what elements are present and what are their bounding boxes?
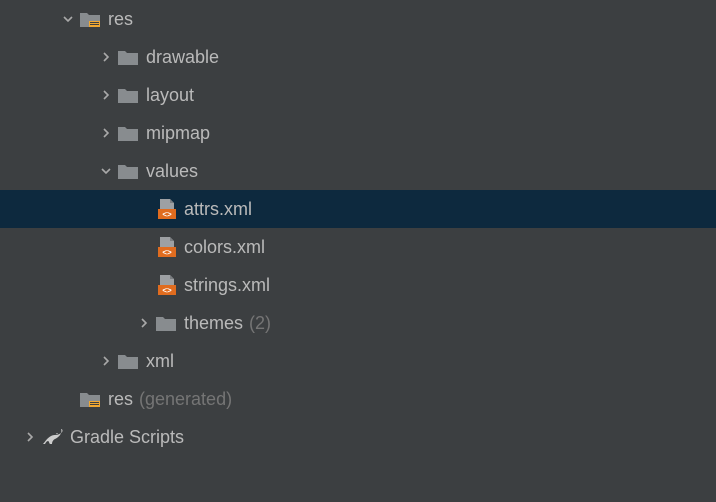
- tree-item-xml[interactable]: xml: [0, 342, 716, 380]
- chevron-right-icon[interactable]: [96, 51, 116, 63]
- tree-suffix: (2): [249, 313, 271, 334]
- chevron-right-icon[interactable]: [20, 431, 40, 443]
- folder-icon: [116, 87, 140, 103]
- tree-suffix: (generated): [139, 389, 232, 410]
- tree-item-gradle-scripts[interactable]: Gradle Scripts: [0, 418, 716, 456]
- tree-item-res[interactable]: res: [0, 0, 716, 38]
- tree-label: values: [146, 161, 198, 182]
- folder-icon: [116, 353, 140, 369]
- tree-item-layout[interactable]: layout: [0, 76, 716, 114]
- tree-label: attrs.xml: [184, 199, 252, 220]
- svg-text:<>: <>: [162, 248, 172, 257]
- tree-item-colors-xml[interactable]: <> colors.xml: [0, 228, 716, 266]
- svg-text:<>: <>: [162, 286, 172, 295]
- res-folder-icon: [78, 11, 102, 27]
- tree-item-strings-xml[interactable]: <> strings.xml: [0, 266, 716, 304]
- chevron-right-icon[interactable]: [96, 355, 116, 367]
- chevron-right-icon[interactable]: [134, 317, 154, 329]
- tree-label: mipmap: [146, 123, 210, 144]
- folder-icon: [154, 315, 178, 331]
- tree-item-drawable[interactable]: drawable: [0, 38, 716, 76]
- gradle-icon: [40, 428, 64, 446]
- tree-item-attrs-xml[interactable]: <> attrs.xml: [0, 190, 716, 228]
- folder-icon: [116, 163, 140, 179]
- project-tree: res drawable layout mipmap: [0, 0, 716, 456]
- tree-label: drawable: [146, 47, 219, 68]
- tree-item-values[interactable]: values: [0, 152, 716, 190]
- xml-file-icon: <>: [154, 237, 178, 257]
- tree-item-mipmap[interactable]: mipmap: [0, 114, 716, 152]
- tree-label: res: [108, 389, 133, 410]
- tree-label: Gradle Scripts: [70, 427, 184, 448]
- tree-item-themes[interactable]: themes (2): [0, 304, 716, 342]
- tree-label: colors.xml: [184, 237, 265, 258]
- folder-icon: [116, 49, 140, 65]
- xml-file-icon: <>: [154, 199, 178, 219]
- chevron-right-icon[interactable]: [96, 89, 116, 101]
- chevron-down-icon[interactable]: [58, 13, 78, 25]
- chevron-right-icon[interactable]: [96, 127, 116, 139]
- tree-label: res: [108, 9, 133, 30]
- folder-icon: [116, 125, 140, 141]
- xml-file-icon: <>: [154, 275, 178, 295]
- chevron-down-icon[interactable]: [96, 165, 116, 177]
- res-folder-icon: [78, 391, 102, 407]
- tree-label: layout: [146, 85, 194, 106]
- svg-text:<>: <>: [162, 210, 172, 219]
- tree-label: xml: [146, 351, 174, 372]
- tree-item-res-generated[interactable]: res (generated): [0, 380, 716, 418]
- tree-label: themes: [184, 313, 243, 334]
- tree-label: strings.xml: [184, 275, 270, 296]
